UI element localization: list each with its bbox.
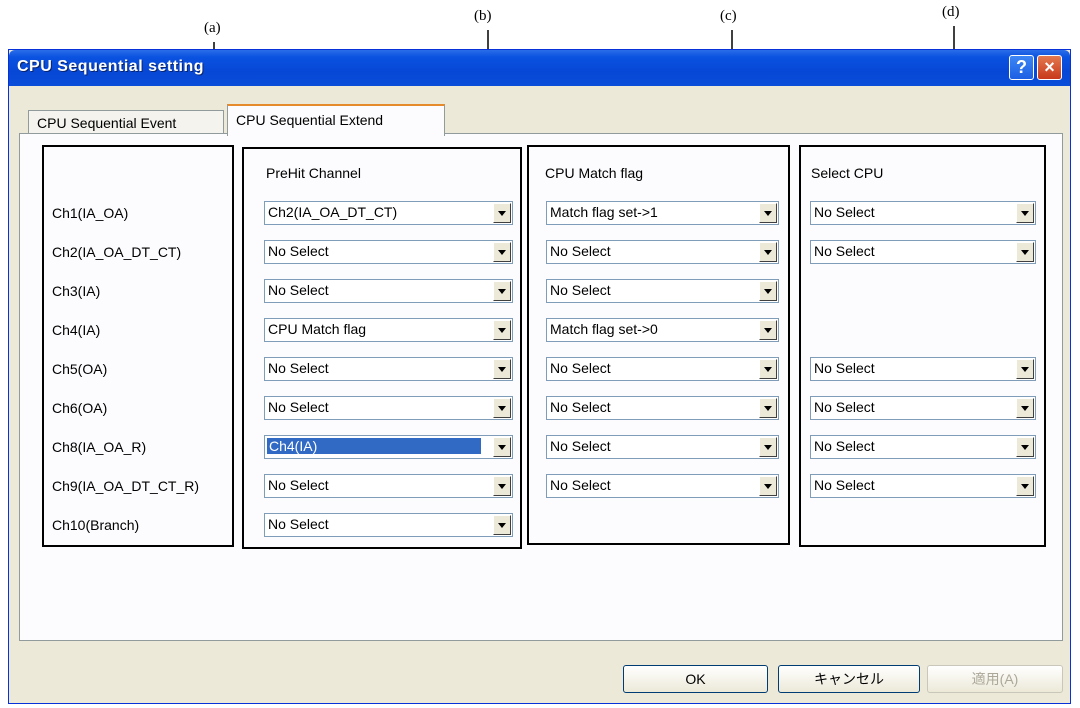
select-cpu-ch8[interactable]: No Select [810, 435, 1036, 459]
channel-label: Ch1(IA_OA) [52, 205, 129, 221]
apply-button: 適用(A) [927, 665, 1063, 693]
channel-label: Ch8(IA_OA_R) [52, 439, 147, 455]
prehit-select-ch5[interactable]: No Select [264, 357, 513, 381]
chevron-down-icon[interactable] [759, 359, 777, 379]
channel-label: Ch10(Branch) [52, 517, 140, 533]
select-cpu-value: No Select [814, 438, 875, 454]
chevron-down-icon[interactable] [759, 437, 777, 457]
match-flag-select-ch9[interactable]: No Select [546, 474, 779, 498]
match-flag-value: No Select [550, 477, 611, 493]
chevron-down-icon[interactable] [493, 515, 511, 535]
channel-label: Ch2(IA_OA_DT_CT) [52, 244, 182, 260]
prehit-value: No Select [268, 516, 329, 532]
prehit-select-ch6[interactable]: No Select [264, 396, 513, 420]
select-cpu-value: No Select [814, 477, 875, 493]
cancel-button[interactable]: キャンセル [778, 665, 920, 693]
cpu-match-flag-header: CPU Match flag [545, 165, 644, 181]
match-flag-select-ch2[interactable]: No Select [546, 240, 779, 264]
channel-label: Ch3(IA) [52, 283, 101, 299]
prehit-value: Ch2(IA_OA_DT_CT) [268, 204, 398, 220]
prehit-select-ch4[interactable]: CPU Match flag [264, 318, 513, 342]
chevron-down-icon[interactable] [759, 281, 777, 301]
prehit-select-ch10[interactable]: No Select [264, 513, 513, 537]
match-flag-value: Match flag set->1 [550, 204, 658, 220]
prehit-value: CPU Match flag [268, 321, 367, 337]
channel-label: Ch4(IA) [52, 322, 101, 338]
prehit-value: No Select [268, 282, 329, 298]
match-flag-select-ch6[interactable]: No Select [546, 396, 779, 420]
select-cpu-value: No Select [814, 204, 875, 220]
match-flag-value: Match flag set->0 [550, 321, 658, 337]
prehit-select-ch1[interactable]: Ch2(IA_OA_DT_CT) [264, 201, 513, 225]
chevron-down-icon[interactable] [493, 476, 511, 496]
match-flag-value: No Select [550, 243, 611, 259]
select-cpu-ch5[interactable]: No Select [810, 357, 1036, 381]
match-flag-select-ch8[interactable]: No Select [546, 435, 779, 459]
ok-button[interactable]: OK [623, 665, 768, 693]
prehit-select-ch2[interactable]: No Select [264, 240, 513, 264]
match-flag-select-ch3[interactable]: No Select [546, 279, 779, 303]
channel-label: Ch9(IA_OA_DT_CT_R) [52, 478, 200, 494]
match-flag-value: No Select [550, 360, 611, 376]
match-flag-select-ch1[interactable]: Match flag set->1 [546, 201, 779, 225]
chevron-down-icon[interactable] [493, 398, 511, 418]
match-flag-value: No Select [550, 399, 611, 415]
chevron-down-icon[interactable] [1016, 203, 1034, 223]
chevron-down-icon[interactable] [1016, 242, 1034, 262]
tab-cpu-sequential-extend[interactable]: CPU Sequential Extend [227, 104, 445, 136]
chevron-down-icon[interactable] [493, 242, 511, 262]
prehit-value: No Select [268, 399, 329, 415]
select-cpu-ch6[interactable]: No Select [810, 396, 1036, 420]
prehit-select-ch9[interactable]: No Select [264, 474, 513, 498]
chevron-down-icon[interactable] [759, 398, 777, 418]
match-flag-select-ch4[interactable]: Match flag set->0 [546, 318, 779, 342]
chevron-down-icon[interactable] [759, 203, 777, 223]
chevron-down-icon[interactable] [1016, 398, 1034, 418]
chevron-down-icon[interactable] [493, 320, 511, 340]
select-cpu-value: No Select [814, 360, 875, 376]
prehit-value: No Select [268, 360, 329, 376]
chevron-down-icon[interactable] [759, 320, 777, 340]
prehit-value: No Select [268, 243, 329, 259]
select-cpu-ch2[interactable]: No Select [810, 240, 1036, 264]
match-flag-select-ch5[interactable]: No Select [546, 357, 779, 381]
chevron-down-icon[interactable] [493, 281, 511, 301]
prehit-select-ch3[interactable]: No Select [264, 279, 513, 303]
select-cpu-value: No Select [814, 243, 875, 259]
help-button[interactable]: ? [1009, 55, 1034, 80]
chevron-down-icon[interactable] [1016, 437, 1034, 457]
prehit-value: Ch4(IA) [266, 437, 482, 455]
select-cpu-value: No Select [814, 399, 875, 415]
channel-label: Ch5(OA) [52, 361, 108, 377]
chevron-down-icon[interactable] [493, 203, 511, 223]
chevron-down-icon[interactable] [759, 242, 777, 262]
close-button[interactable]: × [1037, 55, 1062, 80]
chevron-down-icon[interactable] [493, 437, 511, 457]
select-cpu-ch1[interactable]: No Select [810, 201, 1036, 225]
prehit-select-ch8[interactable]: Ch4(IA) [264, 435, 513, 459]
prehit-value: No Select [268, 477, 329, 493]
chevron-down-icon[interactable] [1016, 359, 1034, 379]
title-bar: CPU Sequential setting ? × [9, 50, 1070, 86]
match-flag-value: No Select [550, 438, 611, 454]
chevron-down-icon[interactable] [1016, 476, 1034, 496]
prehit-channel-header: PreHit Channel [266, 165, 361, 181]
select-cpu-ch9[interactable]: No Select [810, 474, 1036, 498]
dialog-title: CPU Sequential setting [17, 58, 205, 75]
select-cpu-header: Select CPU [811, 165, 884, 181]
chevron-down-icon[interactable] [759, 476, 777, 496]
match-flag-value: No Select [550, 282, 611, 298]
chevron-down-icon[interactable] [493, 359, 511, 379]
channel-label: Ch6(OA) [52, 400, 108, 416]
